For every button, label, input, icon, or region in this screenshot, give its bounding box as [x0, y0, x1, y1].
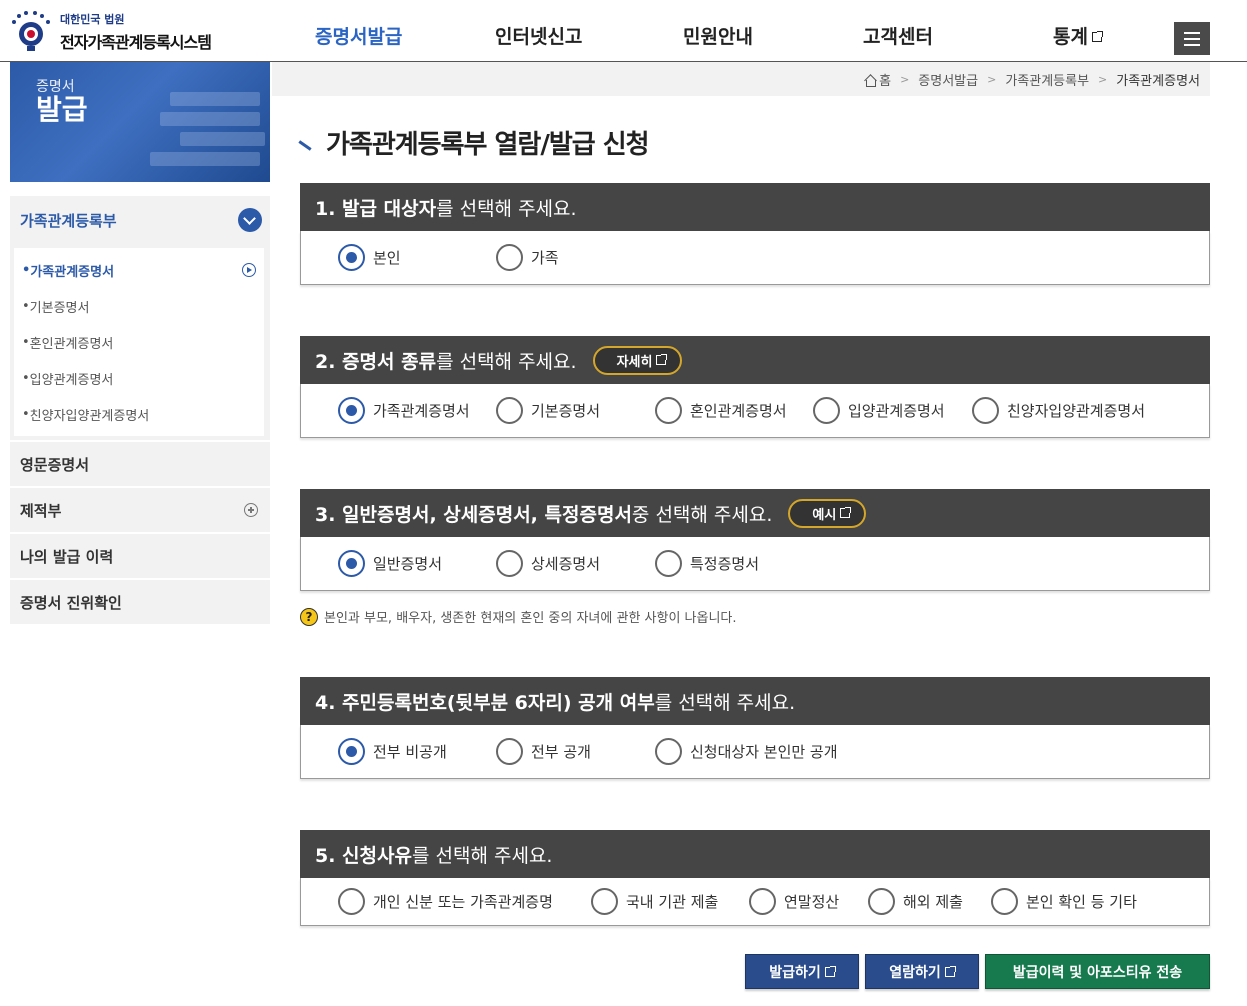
breadcrumb-item[interactable]: 증명서발급: [918, 70, 978, 89]
site-logo[interactable]: 대한민국 법원 전자가족관계등록시스템: [8, 8, 238, 54]
radio-family-relation-cert[interactable]: 가족관계증명서: [338, 397, 470, 424]
details-button[interactable]: 자세히: [592, 345, 683, 375]
play-circle-icon: [242, 263, 256, 277]
radio-button[interactable]: [338, 888, 365, 915]
radio-button[interactable]: [591, 888, 618, 915]
radio-reason-overseas[interactable]: 해외 제출: [868, 888, 963, 915]
history-apostille-button[interactable]: 발급이력 및 아포스티유 전송: [985, 954, 1210, 989]
breadcrumb: 홈 > 증명서발급 > 가족관계등록부 > 가족관계증명서: [272, 62, 1210, 96]
issue-button[interactable]: 발급하기: [745, 954, 859, 989]
nav-civil-guide[interactable]: 민원안내: [683, 22, 753, 49]
view-button[interactable]: 열람하기: [865, 954, 979, 989]
section-cert-detail: 3. 일반증명서, 상세증명서, 특정증명서 중 선택해 주세요. 예시 일반증…: [300, 489, 1210, 591]
sidebar-item-basic-cert[interactable]: • 기본증명서: [14, 288, 264, 324]
sidebar-group-family-register[interactable]: 가족관계등록부: [10, 196, 270, 244]
sidebar-item-marriage-cert[interactable]: • 혼인관계증명서: [14, 324, 264, 360]
section-cert-type: 2. 증명서 종류 를 선택해 주세요. 자세히 가족관계증명서 기본증명서 혼인…: [300, 336, 1210, 438]
breadcrumb-current: 가족관계증명서: [1116, 73, 1200, 89]
radio-button[interactable]: [868, 888, 895, 915]
menu-button[interactable]: [1174, 22, 1210, 55]
radio-button[interactable]: [749, 888, 776, 915]
sidebar-item-adoption-cert[interactable]: • 입양관계증명서: [14, 360, 264, 396]
section-header: 5. 신청사유 를 선택해 주세요.: [300, 830, 1210, 878]
section-header: 4. 주민등록번호(뒷부분 6자리) 공개 여부 를 선택해 주세요.: [300, 677, 1210, 725]
radio-button[interactable]: [338, 550, 365, 577]
org-name: 대한민국 법원: [60, 13, 125, 26]
example-button[interactable]: 예시: [788, 498, 867, 528]
radio-all-private[interactable]: 전부 비공개: [338, 738, 447, 765]
radio-adoption-cert[interactable]: 입양관계증명서: [813, 397, 945, 424]
books-illustration: [130, 82, 270, 182]
section-header: 2. 증명서 종류 를 선택해 주세요. 자세히: [300, 336, 1210, 384]
radio-button[interactable]: [655, 550, 682, 577]
section-banner: 증명서 발급: [10, 62, 270, 182]
nav-certificate-issuance[interactable]: 증명서발급: [315, 22, 402, 49]
radio-button[interactable]: [338, 738, 365, 765]
radio-specific-cert[interactable]: 특정증명서: [655, 550, 759, 577]
sidebar-item-full-adoption-cert[interactable]: • 친양자입양관계증명서: [14, 396, 264, 432]
radio-button[interactable]: [496, 397, 523, 424]
radio-button[interactable]: [655, 397, 682, 424]
section-target: 1. 발급 대상자 를 선택해 주세요. 본인 가족: [300, 183, 1210, 285]
court-emblem-icon: [12, 11, 50, 51]
sidebar-group-label: 가족관계등록부: [20, 211, 117, 230]
section-rrn-disclosure: 4. 주민등록번호(뒷부분 6자리) 공개 여부 를 선택해 주세요. 전부 비공…: [300, 677, 1210, 779]
radio-button[interactable]: [991, 888, 1018, 915]
nav-statistics[interactable]: 통계: [1053, 22, 1103, 49]
sidebar-menu: 가족관계등록부 • 가족관계증명서 • 기본증명서 • 혼인관계증명서 • 입양…: [10, 196, 270, 624]
system-name: 전자가족관계등록시스템: [60, 33, 212, 52]
sidebar-item-english-cert[interactable]: 영문증명서: [10, 442, 270, 486]
section-header: 3. 일반증명서, 상세증명서, 특정증명서 중 선택해 주세요. 예시: [300, 489, 1210, 537]
banner-line2: 발급: [36, 93, 88, 126]
radio-marriage-cert[interactable]: 혼인관계증명서: [655, 397, 787, 424]
radio-button[interactable]: [496, 738, 523, 765]
radio-self-only-public[interactable]: 신청대상자 본인만 공개: [655, 738, 838, 765]
external-link-icon: [656, 354, 668, 365]
sidebar-item-verify-cert[interactable]: 증명서 진위확인: [10, 580, 270, 624]
page-title: 가족관계등록부 열람/발급 신청: [298, 124, 650, 161]
radio-all-public[interactable]: 전부 공개: [496, 738, 591, 765]
external-link-icon: [944, 965, 956, 977]
radio-general-cert[interactable]: 일반증명서: [338, 550, 442, 577]
external-link-icon: [840, 507, 852, 518]
external-link-icon: [824, 965, 836, 977]
question-icon: ?: [300, 607, 318, 626]
section-header: 1. 발급 대상자 를 선택해 주세요.: [300, 183, 1210, 231]
radio-button[interactable]: [338, 244, 365, 271]
sidebar-item-removed-register[interactable]: 제적부: [10, 488, 270, 532]
radio-button[interactable]: [338, 397, 365, 424]
sidebar-item-my-history[interactable]: 나의 발급 이력: [10, 534, 270, 578]
external-link-icon: [1091, 31, 1103, 42]
radio-button[interactable]: [972, 397, 999, 424]
chevron-down-icon[interactable]: [238, 208, 262, 232]
radio-button[interactable]: [655, 738, 682, 765]
radio-reason-identity[interactable]: 개인 신분 또는 가족관계증명: [338, 888, 553, 915]
radio-button[interactable]: [813, 397, 840, 424]
section-reason: 5. 신청사유 를 선택해 주세요. 개인 신분 또는 가족관계증명 국내 기관 …: [300, 830, 1210, 926]
radio-self[interactable]: 본인: [338, 244, 401, 271]
nav-customer-center[interactable]: 고객센터: [863, 22, 933, 49]
radio-button[interactable]: [496, 550, 523, 577]
breadcrumb-item[interactable]: 가족관계등록부: [1005, 70, 1089, 89]
radio-reason-other[interactable]: 본인 확인 등 기타: [991, 888, 1137, 915]
info-note: ? 본인과 부모, 배우자, 생존한 현재의 혼인 중의 자녀에 관한 사항이 나…: [300, 607, 737, 626]
title-mark-icon: [298, 140, 312, 151]
radio-basic-cert[interactable]: 기본증명서: [496, 397, 600, 424]
home-icon: [864, 75, 877, 87]
radio-reason-tax[interactable]: 연말정산: [749, 888, 839, 915]
hamburger-icon: [1184, 32, 1200, 34]
nav-internet-report[interactable]: 인터넷신고: [495, 22, 582, 49]
sidebar-item-family-relation-cert[interactable]: • 가족관계증명서: [14, 252, 264, 288]
radio-button[interactable]: [496, 244, 523, 271]
radio-detailed-cert[interactable]: 상세증명서: [496, 550, 600, 577]
radio-full-adoption-cert[interactable]: 친양자입양관계증명서: [972, 397, 1145, 424]
radio-family[interactable]: 가족: [496, 244, 559, 271]
top-header: 대한민국 법원 전자가족관계등록시스템 증명서발급 인터넷신고 민원안내 고객센…: [0, 0, 1247, 62]
breadcrumb-home[interactable]: 홈: [864, 70, 891, 89]
plus-circle-icon: [244, 503, 258, 517]
radio-reason-domestic[interactable]: 국내 기관 제출: [591, 888, 718, 915]
